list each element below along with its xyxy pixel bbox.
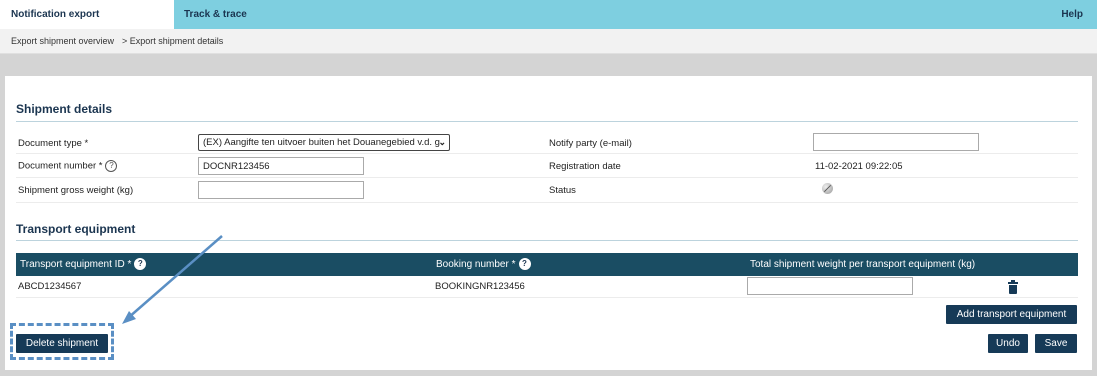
annotation-arrow — [122, 235, 223, 324]
